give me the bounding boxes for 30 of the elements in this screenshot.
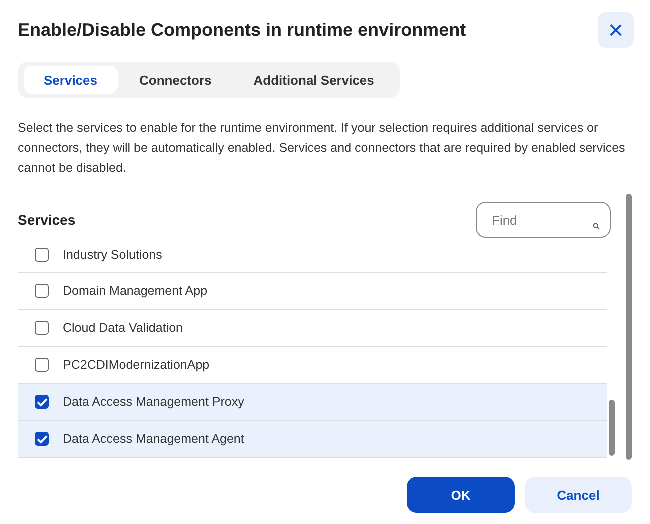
dialog-title: Enable/Disable Components in runtime environment (18, 20, 466, 40)
tab[interactable]: Connectors (120, 66, 232, 94)
tab[interactable]: Additional Services (234, 66, 394, 94)
service-row[interactable]: Industry Solutions (18, 238, 607, 273)
checkbox[interactable] (35, 321, 49, 335)
service-name: Domain Management App (63, 284, 208, 298)
scrollbar[interactable] (626, 194, 632, 460)
service-name: PC2CDIModernizationApp (63, 358, 210, 372)
service-row[interactable]: Data Access Management Proxy (18, 384, 607, 421)
checkbox[interactable] (35, 284, 49, 298)
scrollbar[interactable] (609, 400, 615, 456)
section-title: Services (18, 212, 76, 228)
service-row[interactable]: Cloud Data Validation (18, 310, 607, 347)
checkbox[interactable] (35, 358, 49, 372)
service-name: Industry Solutions (63, 248, 162, 262)
service-name: Cloud Data Validation (63, 321, 183, 335)
search-icon (593, 223, 600, 230)
checkbox[interactable] (35, 248, 49, 262)
description-text: Select the services to enable for the runtime environment. If your selection requires additional services or connectors, they will be automatically enabled. Services and connectors that are required by enabled services cannot be disabled. (18, 120, 626, 177)
tab[interactable]: Services (24, 66, 118, 94)
ok-button[interactable]: OK (407, 477, 515, 513)
checkbox[interactable] (35, 395, 49, 409)
service-row[interactable]: Domain Management App (18, 273, 607, 310)
service-name: Data Access Management Proxy (63, 395, 244, 409)
close-button[interactable]: × (598, 12, 634, 48)
service-row[interactable]: Data Access Management Agent (18, 421, 607, 458)
search-field[interactable]: Find (476, 202, 611, 238)
service-name: Data Access Management Agent (63, 432, 244, 446)
checkbox[interactable] (35, 432, 49, 446)
cancel-button[interactable]: Cancel (525, 477, 632, 513)
